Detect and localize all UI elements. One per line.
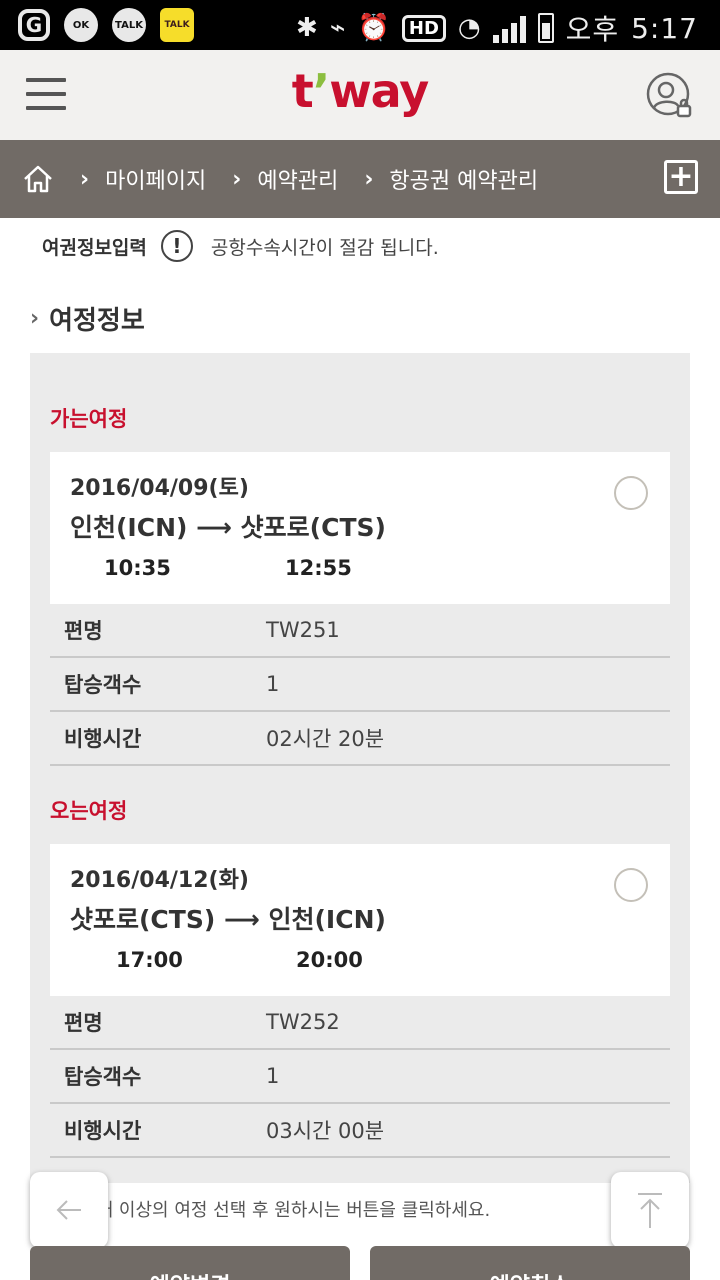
outbound-arrive-time: 12:55 <box>285 556 352 580</box>
return-label: 오는여정 <box>50 799 128 823</box>
arrow-up-icon <box>638 1193 662 1228</box>
return-date: 2016/04/12(화) <box>70 868 249 893</box>
return-depart-time: 17:00 <box>116 948 183 972</box>
breadcrumb-separator: › <box>232 166 242 192</box>
breadcrumb-mypage[interactable]: 마이페이지 <box>105 163 206 195</box>
outbound-card[interactable]: 2016/04/09(토) 인천(ICN) ⟶ 샷포로(CTS) 10:35 1… <box>50 452 670 604</box>
outbound-label: 가는여정 <box>50 407 128 431</box>
alarm-icon: ⏰ <box>357 13 390 43</box>
tway-logo[interactable]: t’way <box>0 64 720 118</box>
vibrate-icon: ⌁ <box>329 13 346 43</box>
return-card[interactable]: 2016/04/12(화) 샷포로(CTS) ⟶ 인천(ICN) 17:00 2… <box>50 844 670 996</box>
notice-message: 공항수속시간이 절감 됩니다. <box>210 236 439 259</box>
table-row: 탑승객수 1 <box>50 1050 670 1104</box>
breadcrumb: › 마이페이지 › 예약관리 › 항공권 예약관리 + <box>0 140 720 218</box>
battery-icon <box>537 13 554 43</box>
row-key: 비행시간 <box>64 1119 142 1143</box>
passport-notice: 여권정보입력 ! 공항수속시간이 절감 됩니다. <box>42 226 439 266</box>
breadcrumb-ticket-reservation[interactable]: 항공권 예약관리 <box>389 163 538 195</box>
bluetooth-icon: ✱ <box>296 13 318 43</box>
logo-t: t <box>291 64 314 118</box>
g-app-icon: G <box>18 9 50 41</box>
plus-icon[interactable]: + <box>664 160 698 194</box>
outbound-date: 2016/04/09(토) <box>70 476 249 501</box>
row-value: 1 <box>266 672 280 696</box>
section-title-text: 여정정보 <box>49 306 145 336</box>
logo-apostrophe: ’ <box>312 64 331 118</box>
logo-way: way <box>329 64 429 118</box>
row-value: 03시간 00분 <box>266 1119 385 1143</box>
status-time: 5:17 <box>631 11 698 45</box>
wifi-icon: ◔ <box>457 13 481 43</box>
scroll-top-button[interactable] <box>611 1172 689 1248</box>
itinerary-panel: 가는여정 2016/04/09(토) 인천(ICN) ⟶ 샷포로(CTS) 10… <box>30 353 690 1183</box>
user-lock-icon[interactable] <box>646 72 694 120</box>
cancel-reservation-button[interactable]: 예약취소 <box>370 1246 690 1280</box>
outbound-select-radio[interactable] <box>614 476 648 510</box>
row-key: 편명 <box>64 1011 103 1035</box>
warning-icon: ! <box>160 230 193 262</box>
table-row: 탑승객수 1 <box>50 658 670 712</box>
arrow-left-icon <box>56 1200 81 1220</box>
row-value: TW252 <box>266 1010 340 1034</box>
table-row: 비행시간 03시간 00분 <box>50 1104 670 1158</box>
return-select-radio[interactable] <box>614 868 648 902</box>
table-row: 편명 TW251 <box>50 604 670 658</box>
kakaotalk-icon: TALK <box>160 8 194 42</box>
row-value: TW251 <box>266 618 340 642</box>
breadcrumb-separator: › <box>364 166 374 192</box>
status-ampm: 오후 <box>565 13 620 46</box>
return-arrive-time: 20:00 <box>296 948 363 972</box>
row-key: 비행시간 <box>64 727 142 751</box>
outbound-depart-time: 10:35 <box>104 556 171 580</box>
chevron-right-icon: › <box>30 306 40 331</box>
breadcrumb-reservation[interactable]: 예약관리 <box>257 163 338 195</box>
table-row: 비행시간 02시간 20분 <box>50 712 670 766</box>
change-reservation-button[interactable]: 예약변경 <box>30 1246 350 1280</box>
ok-cashbag-icon: OK <box>64 8 98 42</box>
app-header: t’way <box>0 50 720 140</box>
table-row: 편명 TW252 <box>50 996 670 1050</box>
back-button[interactable] <box>30 1172 108 1248</box>
row-value: 02시간 20분 <box>266 727 385 751</box>
passport-info-link[interactable]: 여권정보입력 <box>42 233 147 260</box>
home-icon[interactable] <box>22 163 54 195</box>
signal-icon <box>492 13 526 43</box>
row-value: 1 <box>266 1064 280 1088</box>
outbound-route: 인천(ICN) ⟶ 샷포로(CTS) <box>70 513 386 542</box>
section-title: › 여정정보 <box>30 300 145 337</box>
row-key: 탑승객수 <box>64 673 142 697</box>
hd-voice-icon: HD <box>401 14 446 42</box>
talk-icon: TALK <box>112 8 146 42</box>
breadcrumb-separator: › <box>80 166 90 192</box>
status-bar: G OK TALK TALK ✱ ⌁ ⏰ HD ◔ 오후 5:17 <box>0 0 720 50</box>
row-key: 편명 <box>64 619 103 643</box>
row-key: 탑승객수 <box>64 1065 142 1089</box>
return-route: 샷포로(CTS) ⟶ 인천(ICN) <box>70 905 386 934</box>
